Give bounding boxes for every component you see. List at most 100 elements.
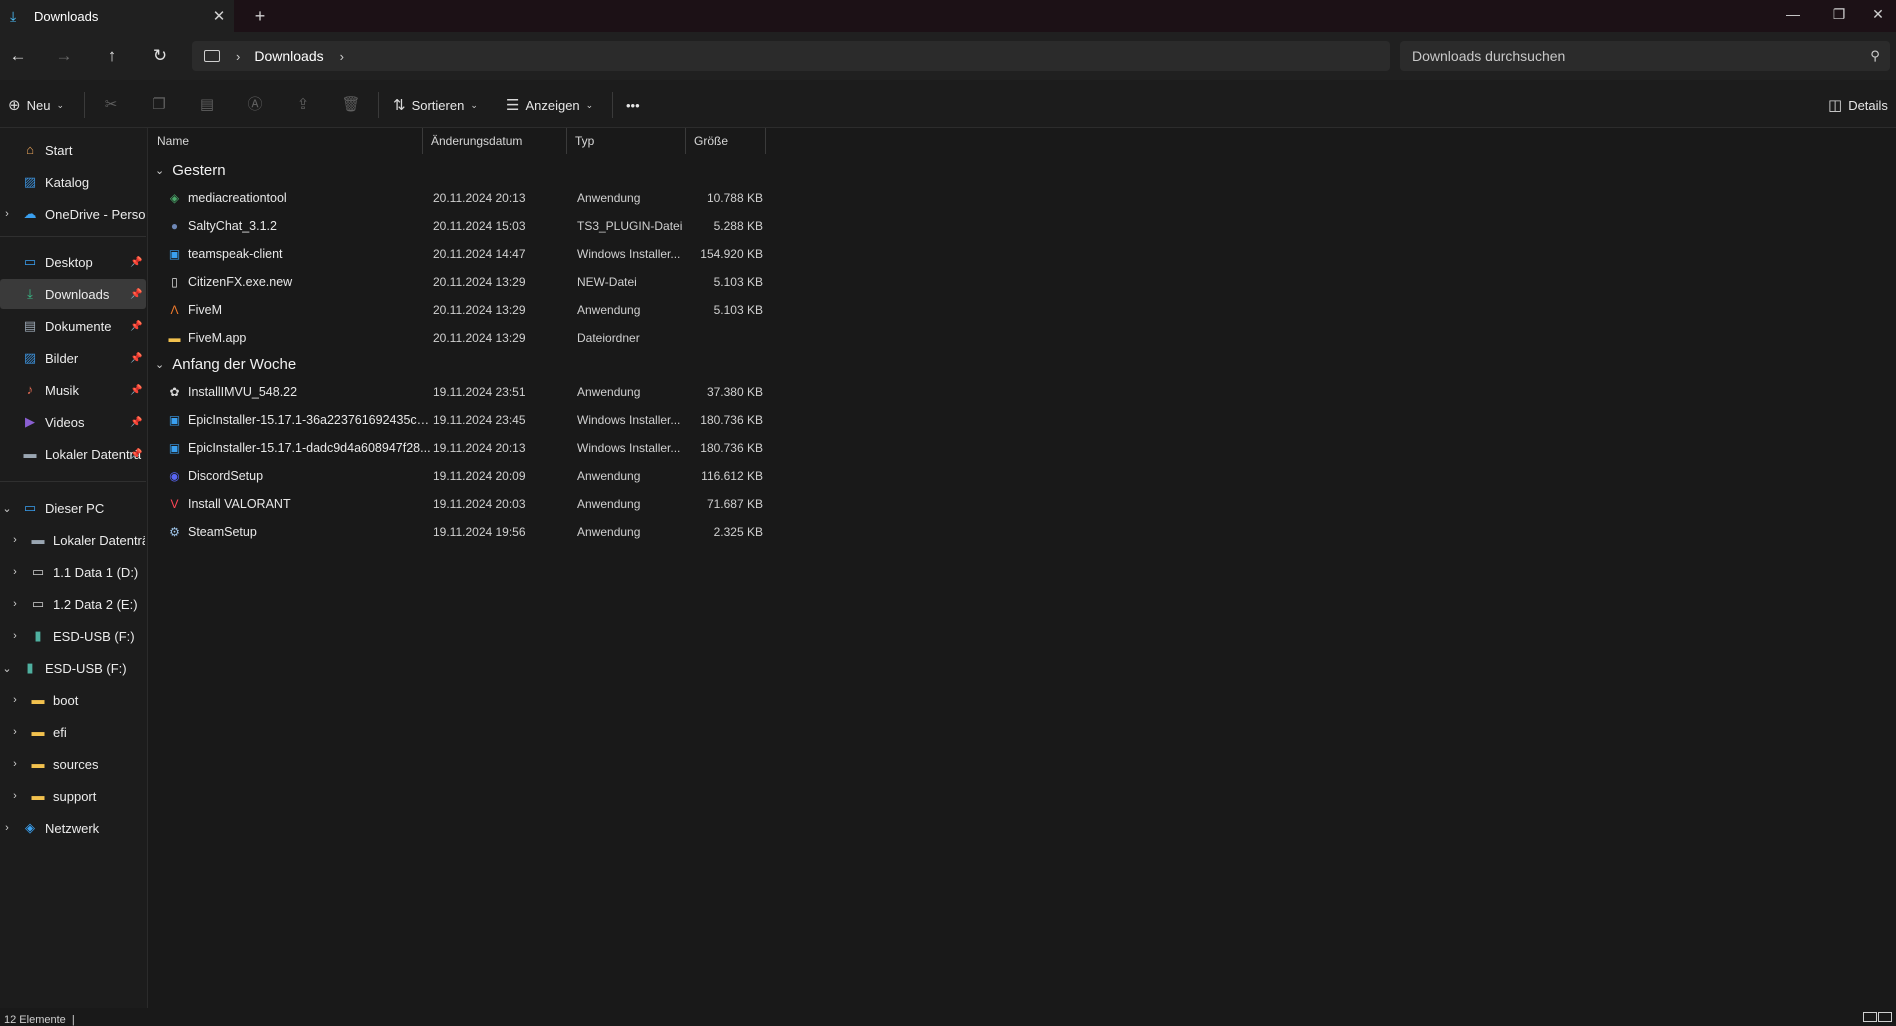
breadcrumb-downloads[interactable]: Downloads — [254, 48, 323, 64]
sidebar-item[interactable]: › ▬ sources — [0, 749, 146, 779]
pin-icon[interactable]: 📌 — [130, 417, 142, 428]
new-button[interactable]: ⊕ Neu ⌄ — [8, 93, 64, 117]
pin-icon[interactable]: 📌 — [130, 353, 142, 364]
sidebar-item[interactable]: ▶ Videos 📌 — [0, 407, 146, 437]
paste-icon[interactable]: ▤ — [194, 93, 220, 117]
pin-icon[interactable]: 📌 — [130, 321, 142, 332]
sidebar-item[interactable]: ♪ Musik 📌 — [0, 375, 146, 405]
sidebar-item[interactable]: ▭ Desktop 📌 — [0, 247, 146, 277]
file-row[interactable]: V Install VALORANT 19.11.2024 20:03 Anwendu… — [155, 490, 915, 518]
file-row[interactable]: ▣ EpicInstaller-15.17.1-dadc9d4a608947f28… — [155, 434, 915, 462]
column-header-type[interactable]: Typ — [566, 128, 686, 154]
chevron-down-icon[interactable]: ⌄ — [155, 358, 164, 371]
sidebar-item[interactable]: › ▬ efi — [0, 717, 146, 747]
sidebar-item[interactable]: ⤓ Downloads 📌 — [0, 279, 146, 309]
chevron-down-icon[interactable]: ⌄ — [1, 662, 13, 675]
sidebar-item[interactable]: ▨ Katalog — [0, 167, 146, 197]
details-pane-button[interactable]: ◫ Details — [1828, 93, 1888, 117]
sidebar-item-label: boot — [53, 692, 79, 708]
column-header-date[interactable]: Änderungsdatum — [422, 128, 567, 154]
minimize-button[interactable]: — — [1770, 0, 1816, 30]
cut-icon[interactable]: ✂ — [98, 93, 124, 117]
pin-icon[interactable]: 📌 — [130, 257, 142, 268]
column-header-size[interactable]: Größe — [685, 128, 766, 154]
share-icon[interactable]: ⇪ — [290, 93, 316, 117]
file-row[interactable]: ▬ FiveM.app 20.11.2024 13:29 Dateiordner — [155, 324, 915, 352]
chevron-right-icon[interactable]: › — [9, 758, 21, 770]
column-header-name[interactable]: Name — [149, 128, 419, 154]
sidebar-item[interactable]: › ▭ 1.2 Data 2 (E:) — [0, 589, 146, 619]
file-type: Anwendung — [577, 303, 641, 317]
sidebar-item[interactable]: ▤ Dokumente 📌 — [0, 311, 146, 341]
file-row[interactable]: ◈ mediacreationtool 20.11.2024 20:13 Anwend… — [155, 184, 915, 212]
sidebar-item[interactable]: › ▬ support — [0, 781, 146, 811]
sidebar-item[interactable]: › ▬ Lokaler Datenträg — [0, 525, 146, 555]
search-box[interactable]: ⚲ — [1400, 41, 1890, 71]
sidebar-item[interactable]: › ▭ 1.1 Data 1 (D:) — [0, 557, 146, 587]
network-icon: ◈ — [25, 820, 35, 835]
back-button[interactable]: ← — [4, 44, 32, 68]
pin-icon[interactable]: 📌 — [130, 449, 142, 460]
folder-icon: ▬ — [31, 692, 45, 707]
chevron-down-icon[interactable]: ⌄ — [155, 164, 164, 177]
new-tab-button[interactable]: + — [248, 5, 272, 29]
chevron-down-icon[interactable]: ⌄ — [1, 502, 13, 515]
pin-icon[interactable]: 📌 — [130, 385, 142, 396]
sidebar-item[interactable]: › ☁ OneDrive - Persona — [0, 199, 146, 229]
forward-button[interactable]: → — [50, 44, 78, 68]
close-tab-icon[interactable]: ✕ — [204, 7, 234, 25]
chevron-down-icon: ⌄ — [56, 99, 64, 110]
chevron-right-icon[interactable]: › — [9, 534, 21, 546]
search-input[interactable] — [1410, 47, 1860, 65]
search-icon[interactable]: ⚲ — [1860, 48, 1890, 64]
chevron-right-icon[interactable]: › — [9, 566, 21, 578]
this-pc-icon[interactable] — [204, 50, 220, 62]
pin-icon[interactable]: 📌 — [130, 289, 142, 300]
chevron-right-icon[interactable]: › — [1, 208, 13, 220]
file-row[interactable]: ⚙ SteamSetup 19.11.2024 19:56 Anwendung 2.32… — [155, 518, 915, 546]
file-row[interactable]: ▯ CitizenFX.exe.new 20.11.2024 13:29 NEW-Da… — [155, 268, 915, 296]
sidebar-item[interactable]: ⌄ ▭ Dieser PC — [0, 493, 146, 523]
refresh-button[interactable]: ↻ — [146, 44, 174, 68]
chevron-right-icon[interactable]: › — [9, 598, 21, 610]
file-row[interactable]: ◉ DiscordSetup 19.11.2024 20:09 Anwendung 11… — [155, 462, 915, 490]
sort-button[interactable]: ⇅ Sortieren ⌄ — [393, 93, 478, 117]
sidebar-item[interactable]: › ▬ boot — [0, 685, 146, 715]
details-view-icon[interactable] — [1863, 1012, 1877, 1022]
file-row[interactable]: ▣ EpicInstaller-15.17.1-36a223761692435c8… — [155, 406, 915, 434]
rename-icon[interactable]: Ⓐ — [242, 93, 268, 117]
chevron-right-icon[interactable]: › — [9, 630, 21, 642]
more-options-icon: ••• — [626, 97, 640, 113]
view-button[interactable]: ☰ Anzeigen ⌄ — [506, 93, 593, 117]
maximize-button[interactable]: ❐ — [1816, 0, 1862, 30]
file-row[interactable]: ▣ teamspeak-client 20.11.2024 14:47 Windows… — [155, 240, 915, 268]
file-row[interactable]: ✿ InstallIMVU_548.22 19.11.2024 23:51 Anwen… — [155, 378, 915, 406]
chevron-right-icon[interactable]: › — [9, 726, 21, 738]
sidebar-item[interactable]: ⌄ ▮ ESD-USB (F:) — [0, 653, 146, 683]
sidebar-item[interactable]: ▨ Bilder 📌 — [0, 343, 146, 373]
up-button[interactable]: ↑ — [98, 44, 126, 68]
file-name: CitizenFX.exe.new — [188, 275, 293, 289]
chevron-right-icon[interactable]: › — [1, 822, 13, 834]
file-row[interactable]: Λ FiveM 20.11.2024 13:29 Anwendung 5.103 KB — [155, 296, 915, 324]
group-header[interactable]: ⌄ Anfang der Woche — [155, 352, 296, 376]
file-size: 5.103 KB — [713, 275, 763, 289]
chevron-right-icon[interactable]: › — [9, 790, 21, 802]
breadcrumb-separator[interactable]: › — [236, 49, 240, 64]
tab-downloads[interactable]: ⤓ Downloads ✕ — [0, 0, 234, 32]
breadcrumb-separator[interactable]: › — [340, 49, 344, 64]
sidebar-item[interactable]: ⌂ Start — [0, 135, 146, 165]
sidebar-item[interactable]: ▬ Lokaler Datenträ 📌 — [0, 439, 146, 469]
chevron-right-icon[interactable]: › — [9, 694, 21, 706]
media-tool-icon: ◈ — [169, 191, 180, 205]
file-row[interactable]: ● SaltyChat_3.1.2 20.11.2024 15:03 TS3_PLUG… — [155, 212, 915, 240]
group-header[interactable]: ⌄ Gestern — [155, 158, 226, 182]
address-bar[interactable]: › Downloads › — [192, 41, 1390, 71]
more-options-button[interactable]: ••• — [626, 93, 640, 117]
sidebar-item[interactable]: › ▮ ESD-USB (F:) — [0, 621, 146, 651]
sidebar-item[interactable]: › ◈ Netzwerk — [0, 813, 146, 843]
tiles-view-icon[interactable] — [1878, 1012, 1892, 1022]
close-window-button[interactable]: ✕ — [1860, 0, 1896, 30]
delete-icon[interactable]: 🗑 — [338, 93, 364, 117]
copy-icon[interactable]: ❐ — [146, 93, 172, 117]
